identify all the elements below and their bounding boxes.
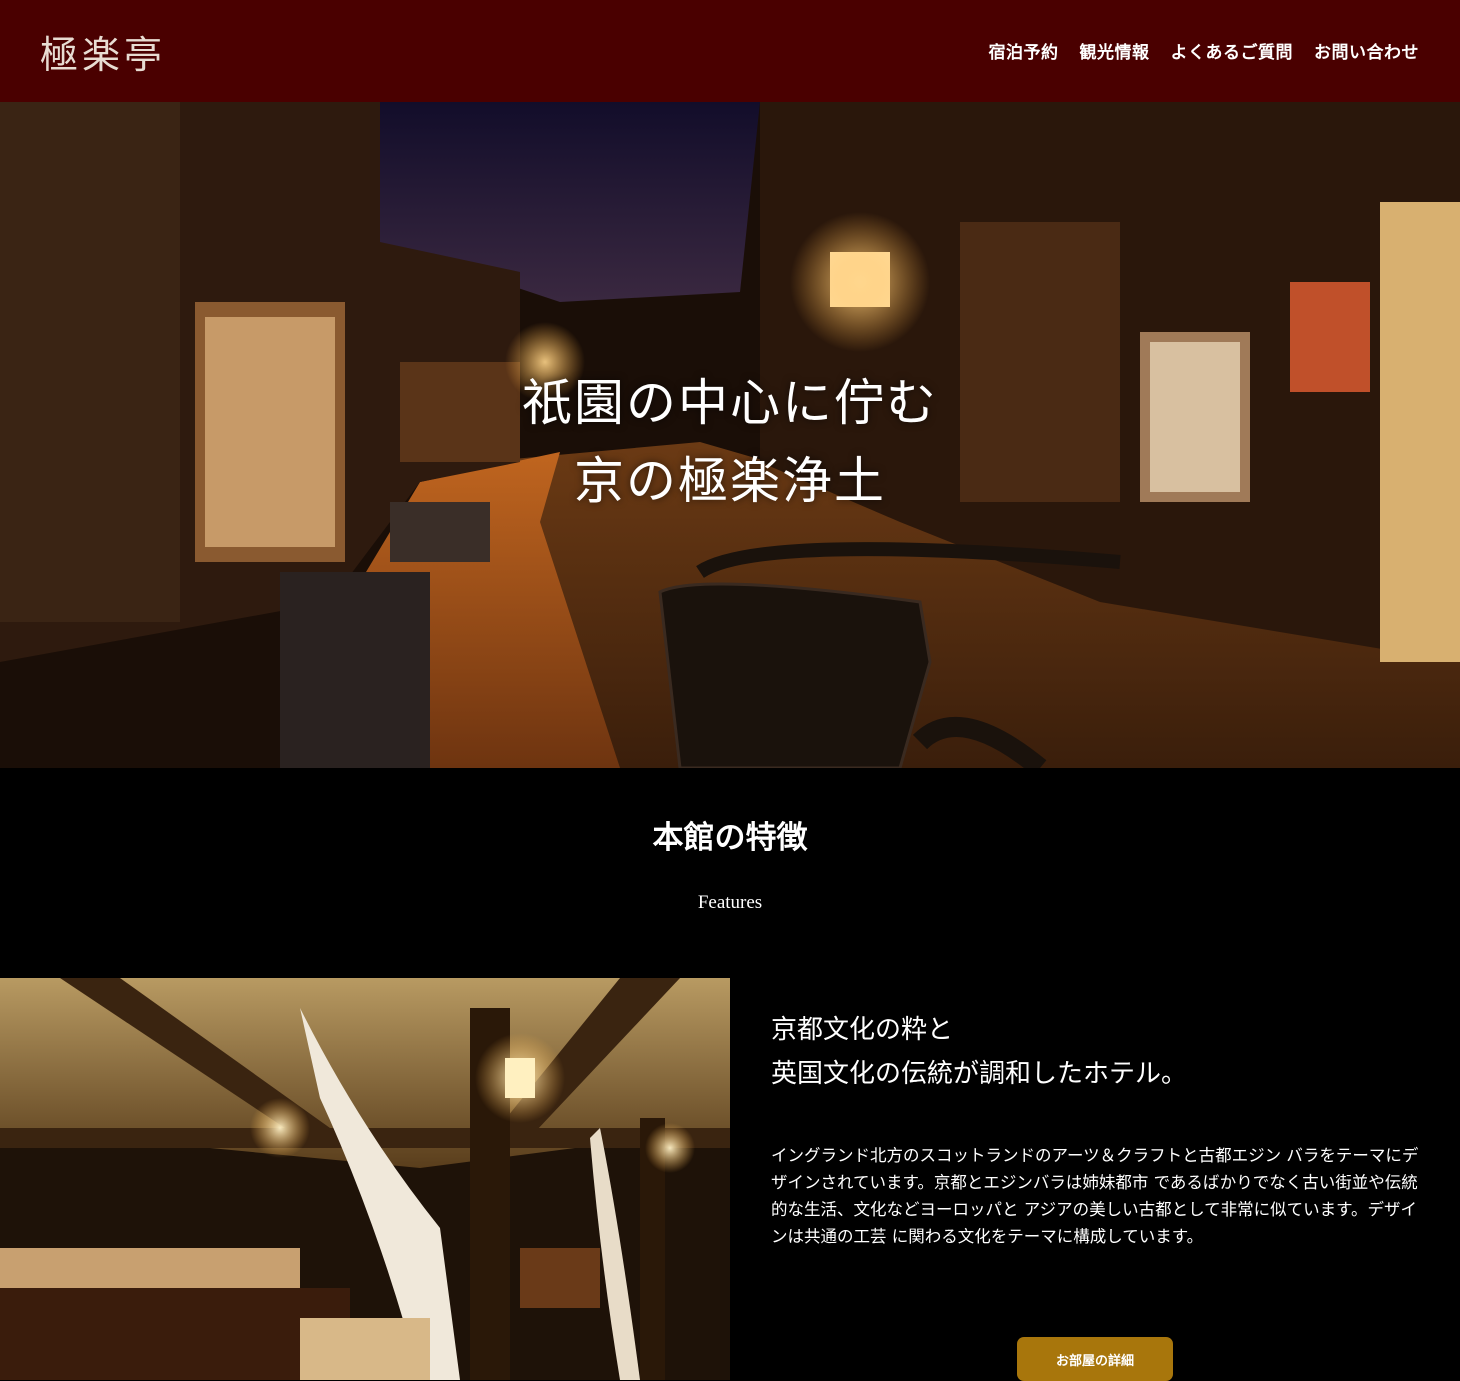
feature-heading-line1: 京都文化の粋と <box>771 1015 954 1045</box>
nav-reservation[interactable]: 宿泊予約 <box>989 38 1059 63</box>
room-details-button[interactable]: お部屋の詳細 <box>1017 1337 1173 1381</box>
feature-heading-line2: 英国文化の伝統が調和したホテル。 <box>771 1059 1188 1089</box>
nav-sightseeing[interactable]: 観光情報 <box>1080 38 1150 63</box>
lounge-photo <box>0 978 730 1380</box>
site-header: 極楽亭 宿泊予約 観光情報 よくあるご質問 お問い合わせ <box>0 0 1460 102</box>
nav-contact[interactable]: お問い合わせ <box>1314 38 1419 63</box>
feature-description: イングランド北方のスコットランドのアーツ＆クラフトと古都エジン バラをテーマにデ… <box>771 1146 1419 1246</box>
hero-title: 祇園の中心に佇む 京の極楽浄土 <box>0 364 1460 520</box>
features-subtitle: Features <box>697 892 763 913</box>
nav-faq[interactable]: よくあるご質問 <box>1171 38 1294 63</box>
hero-title-line2: 京の極楽浄土 <box>574 452 886 510</box>
site-logo[interactable]: 極楽亭 <box>40 24 166 79</box>
feature-image <box>0 978 730 1380</box>
hero-section: 祇園の中心に佇む 京の極楽浄土 <box>0 102 1460 768</box>
features-title: 本館の特徴 <box>652 820 808 856</box>
hero-title-line1: 祇園の中心に佇む <box>522 374 938 432</box>
main-nav: 宿泊予約 観光情報 よくあるご質問 お問い合わせ <box>989 38 1420 63</box>
feature-heading: 京都文化の粋と 英国文化の伝統が調和したホテル。 <box>771 1008 1411 1096</box>
